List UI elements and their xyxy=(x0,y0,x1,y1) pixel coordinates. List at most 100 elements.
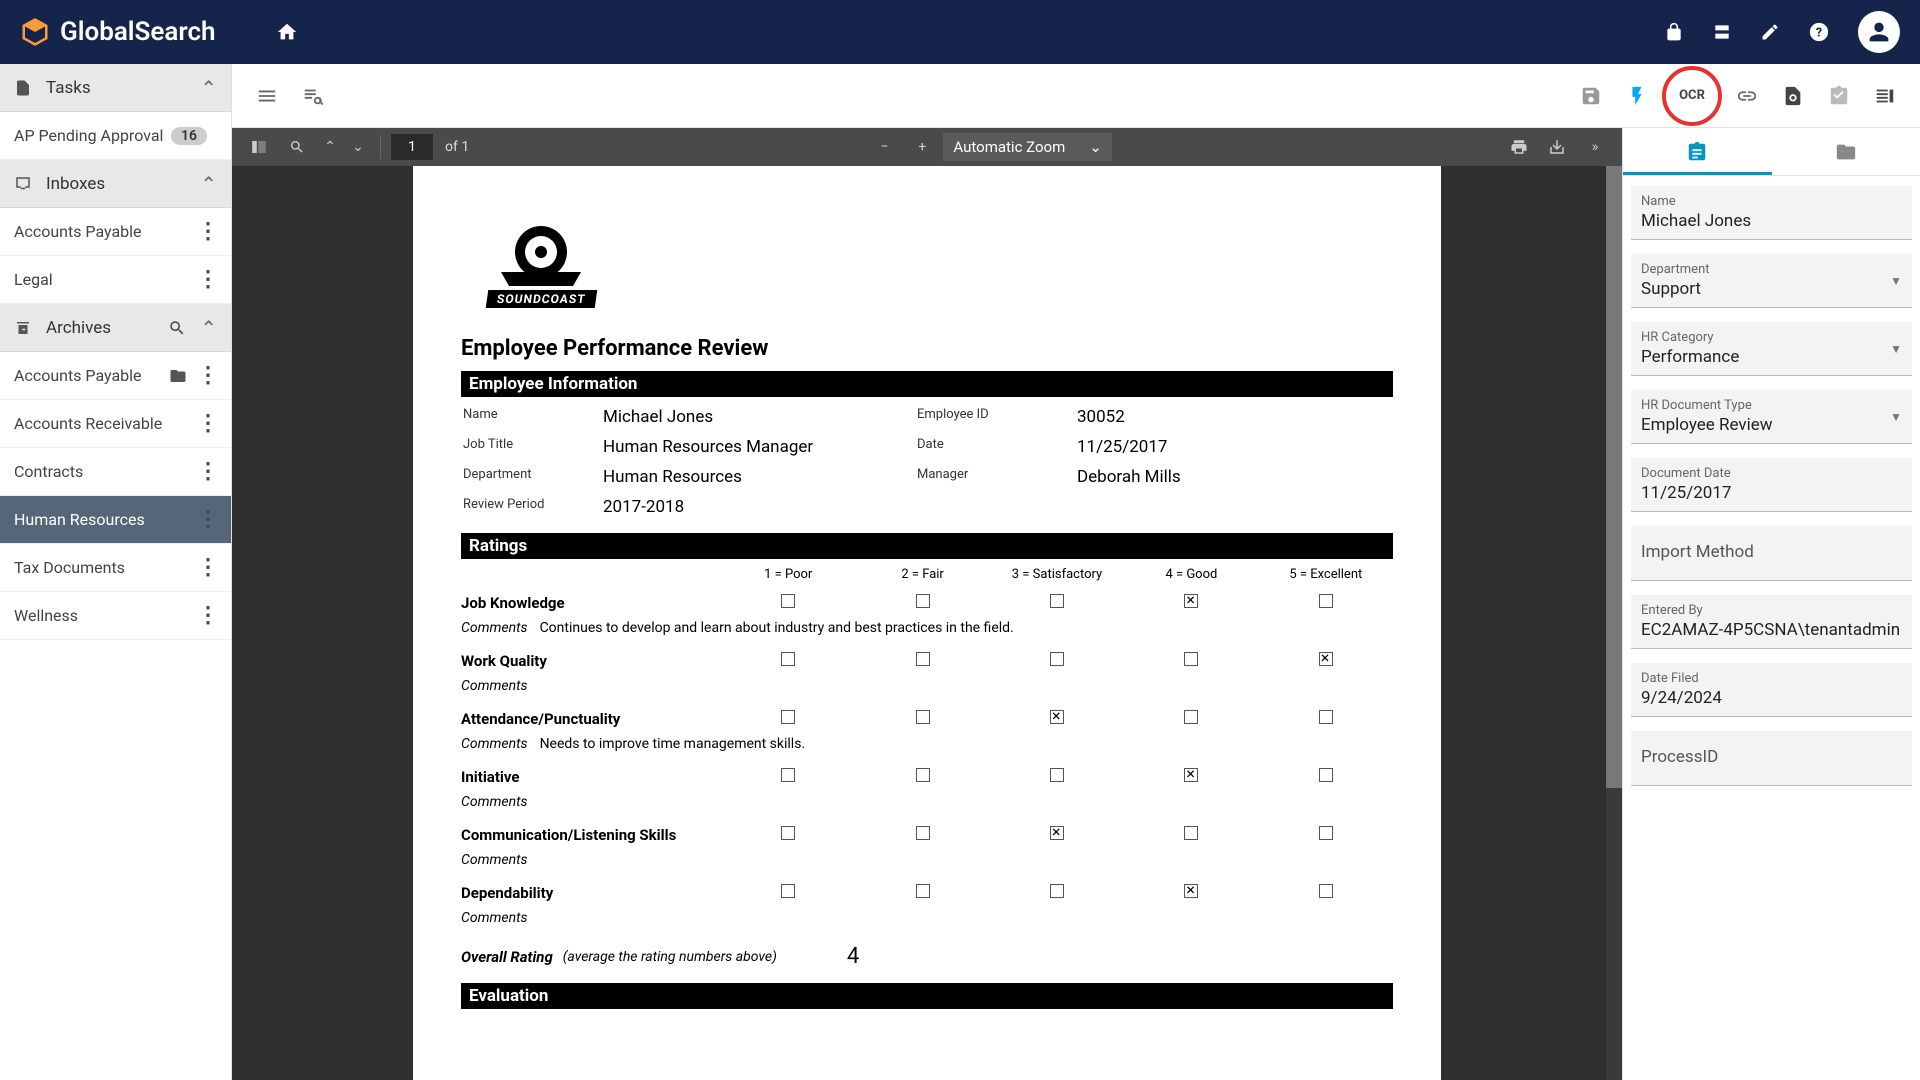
sidebar-item-accounts-receivable[interactable]: Accounts Receivable ⋮ xyxy=(0,400,231,448)
more-icon[interactable]: ⋮ xyxy=(197,459,217,484)
page-number-input[interactable] xyxy=(391,134,433,160)
ratings-legend: 1 = Poor 2 = Fair 3 = Satisfactory 4 = G… xyxy=(461,559,1393,588)
rating-row: Dependability xyxy=(461,878,1393,908)
rating-comments: CommentsNeeds to improve time management… xyxy=(461,734,1393,762)
zoom-select[interactable]: Automatic Zoom⌄ xyxy=(943,133,1111,161)
checkbox xyxy=(1319,826,1333,840)
checkbox xyxy=(1184,652,1198,666)
sidebar-toggle-icon[interactable] xyxy=(242,132,276,162)
sidebar-item-human-resources[interactable]: Human Resources ⋮ xyxy=(0,496,231,544)
archive-icon xyxy=(14,319,32,337)
checkbox xyxy=(1184,710,1198,724)
more-icon[interactable]: ⋮ xyxy=(197,555,217,580)
rating-comments: Comments xyxy=(461,908,1393,936)
find-icon[interactable] xyxy=(280,132,314,162)
zoom-in-icon[interactable]: + xyxy=(905,132,939,162)
bolt-icon[interactable] xyxy=(1614,73,1660,119)
app-header: GlobalSearch ? xyxy=(0,0,1920,64)
logo-icon xyxy=(20,17,50,47)
more-icon[interactable]: ⋮ xyxy=(197,411,217,436)
ocr-button[interactable]: OCR xyxy=(1662,66,1722,126)
checkbox xyxy=(916,710,930,724)
menu-icon[interactable] xyxy=(244,73,290,119)
metadata-panel: NameMichael Jones DepartmentSupport▼ HR Ca… xyxy=(1622,128,1920,1080)
sidebar-item-accounts-payable[interactable]: Accounts Payable ⋮ xyxy=(0,352,231,400)
more-icon[interactable]: ⋮ xyxy=(197,267,217,292)
sidebar-section-archives[interactable]: Archives ⌃ xyxy=(0,304,231,352)
metadata-field[interactable]: DepartmentSupport▼ xyxy=(1631,254,1912,308)
app-logo[interactable]: GlobalSearch xyxy=(20,17,216,47)
checkbox xyxy=(1050,884,1064,898)
viewer-scrollbar[interactable] xyxy=(1606,166,1622,1080)
edit-icon[interactable] xyxy=(1760,22,1780,42)
doc-search-icon[interactable] xyxy=(1770,73,1816,119)
more-icon[interactable]: ⋮ xyxy=(197,507,217,532)
checkbox xyxy=(1319,768,1333,782)
search-icon[interactable] xyxy=(168,319,186,337)
page-down-icon[interactable]: ⌄ xyxy=(346,132,370,162)
tab-fields[interactable] xyxy=(1623,128,1772,175)
link-icon[interactable] xyxy=(1724,73,1770,119)
zoom-out-icon[interactable]: − xyxy=(867,132,901,162)
lock-icon[interactable] xyxy=(1664,22,1684,42)
metadata-field[interactable]: ProcessID xyxy=(1631,731,1912,786)
checkbox xyxy=(781,594,795,608)
sidebar-item-wellness[interactable]: Wellness ⋮ xyxy=(0,592,231,640)
help-icon[interactable]: ? xyxy=(1808,21,1830,43)
rating-comments: Comments xyxy=(461,676,1393,704)
sidebar-item-tax-documents[interactable]: Tax Documents ⋮ xyxy=(0,544,231,592)
save-icon[interactable] xyxy=(1568,73,1614,119)
document-title: Employee Performance Review xyxy=(461,336,1393,361)
print-icon[interactable] xyxy=(1502,132,1536,162)
user-avatar[interactable] xyxy=(1858,11,1900,53)
home-icon[interactable] xyxy=(276,21,298,43)
page-count: of 1 xyxy=(445,139,469,155)
inbox-icon xyxy=(14,175,32,193)
panel-toggle-icon[interactable] xyxy=(1862,73,1908,119)
metadata-field[interactable]: HR CategoryPerformance▼ xyxy=(1631,322,1912,376)
section-evaluation: Evaluation xyxy=(461,983,1393,1009)
panel-tabs xyxy=(1623,128,1920,176)
server-icon[interactable] xyxy=(1712,22,1732,42)
metadata-field[interactable]: NameMichael Jones xyxy=(1631,186,1912,240)
document-scroll[interactable]: SOUNDCOAST Employee Performance Review E… xyxy=(232,166,1622,1080)
sidebar-section-tasks[interactable]: Tasks ⌃ xyxy=(0,64,231,112)
tab-folder[interactable] xyxy=(1772,128,1920,175)
checkbox xyxy=(1319,884,1333,898)
employee-info-grid: Name Michael Jones Employee ID 30052 Job… xyxy=(461,397,1393,527)
search-list-icon[interactable] xyxy=(290,73,336,119)
section-employee-info: Employee Information xyxy=(461,371,1393,397)
metadata-field[interactable]: Import Method xyxy=(1631,526,1912,581)
more-icon[interactable]: ⋮ xyxy=(197,603,217,628)
more-tools-icon[interactable]: » xyxy=(1578,132,1612,162)
sidebar-item-ap-pending[interactable]: AP Pending Approval 16 xyxy=(0,112,231,160)
sidebar-item-contracts[interactable]: Contracts ⋮ xyxy=(0,448,231,496)
folder-icon xyxy=(169,367,187,385)
sidebar-item-accounts-payable-inbox[interactable]: Accounts Payable ⋮ xyxy=(0,208,231,256)
metadata-field[interactable]: Date Filed9/24/2024 xyxy=(1631,663,1912,717)
checkbox xyxy=(1184,594,1198,608)
more-icon[interactable]: ⋮ xyxy=(197,219,217,244)
section-ratings: Ratings xyxy=(461,533,1393,559)
sidebar-section-inboxes[interactable]: Inboxes ⌃ xyxy=(0,160,231,208)
more-icon[interactable]: ⋮ xyxy=(197,363,217,388)
rating-comments: Comments xyxy=(461,850,1393,878)
checkbox xyxy=(781,652,795,666)
metadata-field[interactable]: HR Document TypeEmployee Review▼ xyxy=(1631,390,1912,444)
download-icon[interactable] xyxy=(1540,132,1574,162)
badge-count: 16 xyxy=(171,127,207,145)
content-area: OCR ⌃ ⌄ of 1 − + xyxy=(232,64,1920,1080)
checkbox xyxy=(1050,652,1064,666)
checkbox xyxy=(1184,826,1198,840)
chevron-down-icon: ▼ xyxy=(1890,274,1902,288)
checkbox xyxy=(1050,768,1064,782)
metadata-field[interactable]: Entered ByEC2AMAZ-4P5CSNA\tenantadmin xyxy=(1631,595,1912,649)
metadata-field[interactable]: Document Date11/25/2017 xyxy=(1631,458,1912,512)
sidebar-item-legal[interactable]: Legal ⋮ xyxy=(0,256,231,304)
svg-text:?: ? xyxy=(1816,26,1822,41)
checkbox xyxy=(916,884,930,898)
document-logo: SOUNDCOAST xyxy=(461,202,621,322)
overall-rating: Overall Rating (average the rating numbe… xyxy=(461,936,1393,977)
clipboard-icon[interactable] xyxy=(1816,73,1862,119)
page-up-icon[interactable]: ⌃ xyxy=(318,132,342,162)
